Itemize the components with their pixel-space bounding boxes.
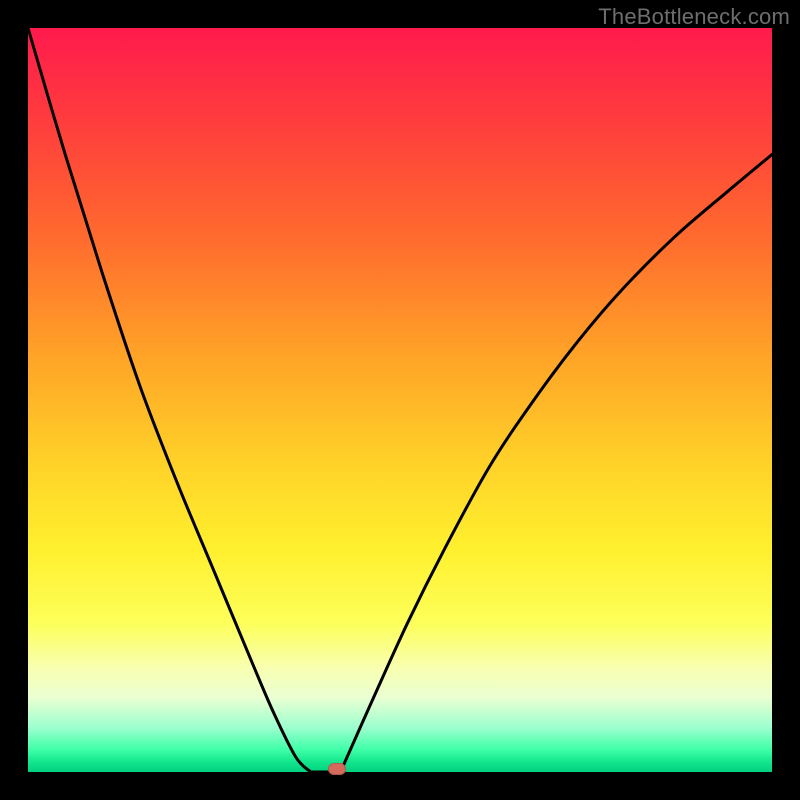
plot-area	[28, 28, 772, 772]
curve-right-branch	[340, 154, 772, 772]
bottleneck-point-marker	[328, 763, 346, 775]
watermark-text: TheBottleneck.com	[598, 4, 790, 30]
curve-left-branch	[28, 28, 311, 772]
bottleneck-curve	[28, 28, 772, 772]
chart-frame: TheBottleneck.com	[0, 0, 800, 800]
